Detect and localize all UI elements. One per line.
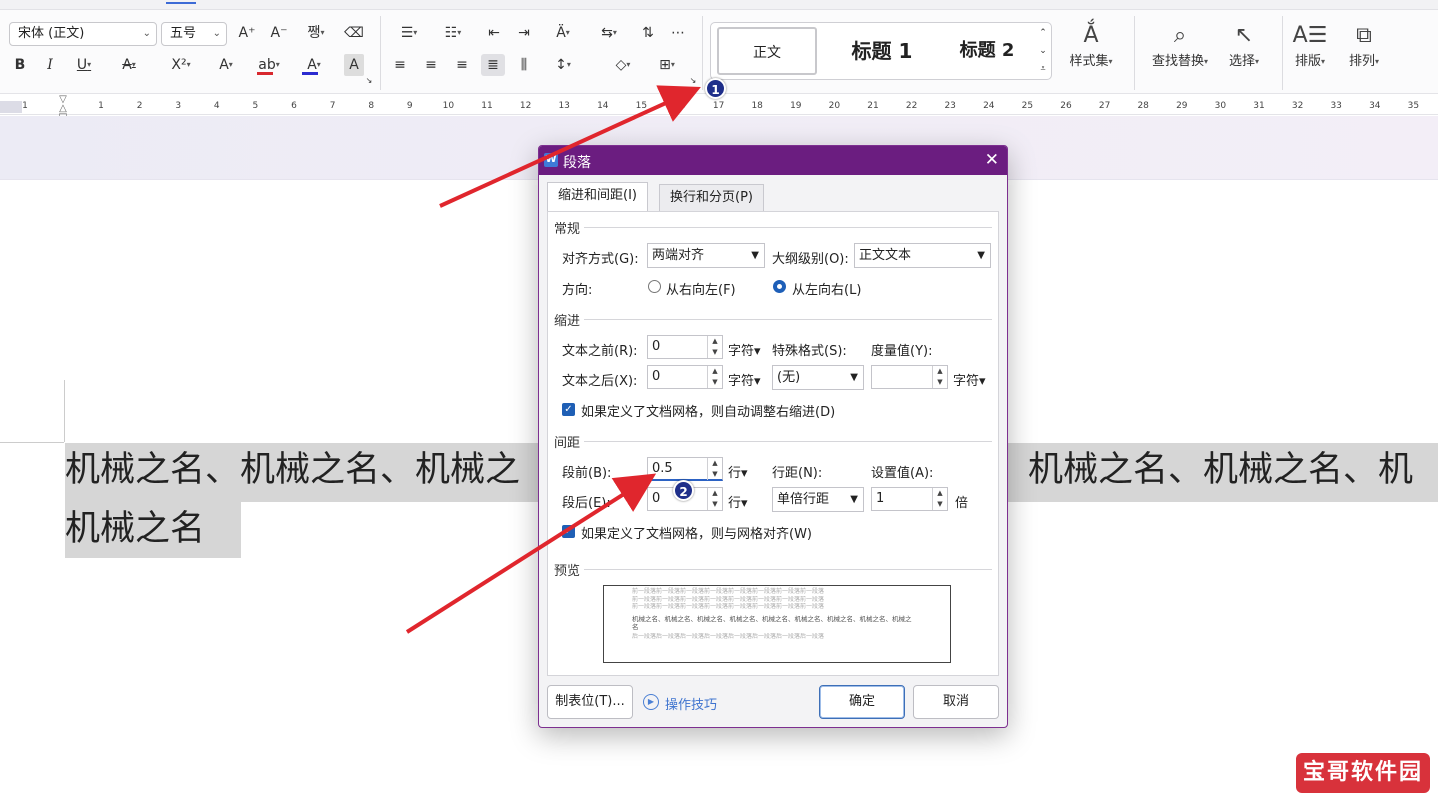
watermark-logo: 宝哥软件园 — [1296, 753, 1430, 793]
step-marker-1: 1 — [705, 78, 726, 99]
arrow-to-launcher — [439, 85, 701, 208]
arrow-to-spacing — [405, 473, 657, 634]
annotation-arrows — [405, 85, 701, 634]
step-marker-2: 2 — [673, 480, 694, 501]
